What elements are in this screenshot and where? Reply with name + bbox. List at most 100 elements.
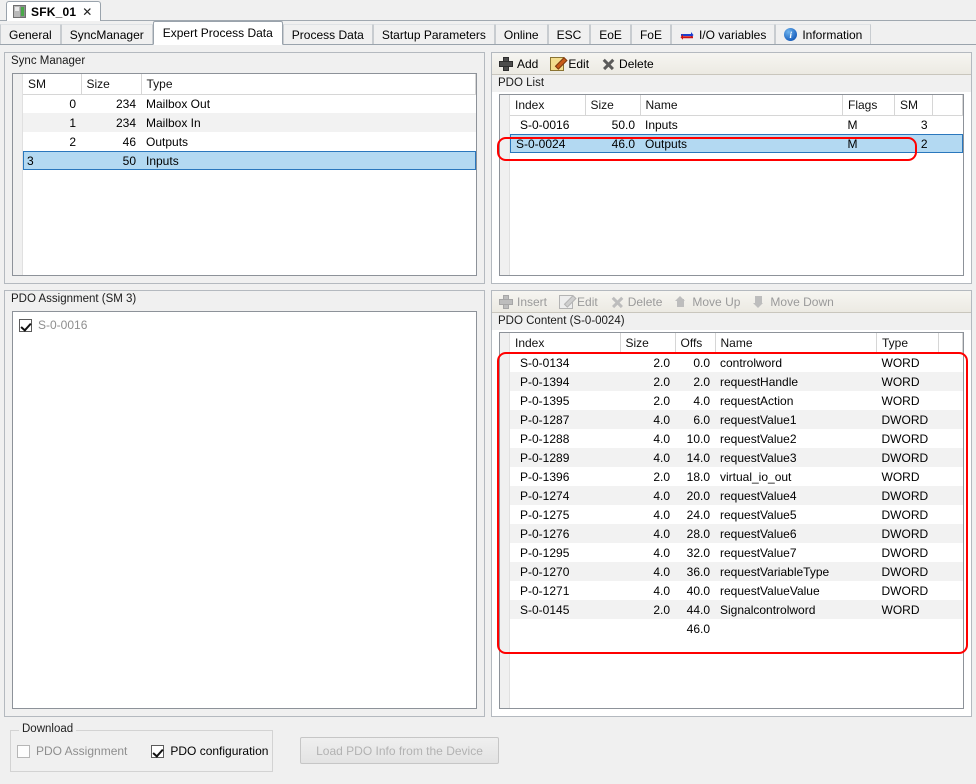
column-header-sm[interactable]: SM (894, 95, 933, 116)
cell-size: 234 (115, 96, 136, 111)
plus-icon (499, 56, 513, 71)
column-header-type[interactable]: Type (876, 333, 939, 354)
tab-information[interactable]: i Information (775, 24, 872, 44)
table-header-row: Index Size Offs Name Type (510, 333, 963, 354)
cell-name: Outputs (640, 134, 843, 153)
cell-spacer (938, 410, 963, 429)
cell-name: requestHandle (715, 372, 877, 391)
column-header-size[interactable]: Size (81, 74, 142, 95)
sync-manager-table: SM Size Type 0 234 Mailbox Out 1 234 Mai… (23, 74, 476, 170)
insert-button[interactable]: Insert (496, 292, 553, 311)
delete-button[interactable]: Delete (607, 292, 669, 311)
column-header-index[interactable]: Index (510, 333, 621, 354)
button-label: Edit (577, 294, 598, 309)
table-row[interactable]: S-0-0016 50.0 Inputs M 3 (510, 115, 963, 134)
cell-name: requestValue3 (715, 448, 877, 467)
column-header-type[interactable]: Type (141, 74, 476, 95)
tab-esc[interactable]: ESC (547, 24, 591, 44)
cell-type: DWORD (876, 410, 939, 429)
main-tab-bar: General SyncManager Expert Process Data … (0, 21, 976, 45)
table-row[interactable]: P-0-1394 2.0 2.0 requestHandle WORD (510, 372, 963, 391)
table-row[interactable]: P-0-1287 4.0 6.0 requestValue1 DWORD (510, 410, 963, 429)
column-header-size[interactable]: Size (620, 333, 676, 354)
cell-index: P-0-1271 (520, 583, 570, 598)
tab-eoe[interactable]: EoE (590, 24, 631, 44)
close-icon[interactable]: ✕ (81, 6, 93, 18)
cell-type: DWORD (881, 507, 929, 522)
column-header-flags[interactable]: Flags (842, 95, 895, 116)
delete-button[interactable]: Delete (598, 54, 660, 73)
pdo-configuration-checkbox[interactable] (151, 744, 165, 758)
table-row[interactable]: P-0-1274 4.0 20.0 requestValue4 DWORD (510, 486, 963, 505)
tab-expert-process-data[interactable]: Expert Process Data (152, 21, 283, 45)
cell-offs: 28.0 (675, 524, 715, 543)
pdo-list-title: PDO List (492, 75, 971, 92)
tab-syncmanager[interactable]: SyncManager (60, 24, 153, 44)
column-header-name[interactable]: Name (715, 333, 877, 354)
table-row[interactable]: P-0-1276 4.0 28.0 requestValue6 DWORD (510, 524, 963, 543)
pdo-configuration-checkbox-row[interactable]: PDO configuration (151, 742, 268, 760)
move-down-button[interactable]: Move Down (749, 292, 839, 311)
table-row[interactable]: P-0-1295 4.0 32.0 requestValue7 DWORD (510, 543, 963, 562)
tab-online[interactable]: Online (494, 24, 548, 44)
pdo-assignment-listbox[interactable]: S-0-0016 (12, 311, 477, 709)
edit-button[interactable]: Edit (556, 292, 604, 311)
document-tab-sfk01[interactable]: SFK_01 ✕ (6, 1, 102, 21)
cell-type: Mailbox In (141, 113, 476, 132)
cell-type: DWORD (881, 583, 929, 598)
tab-label: FoE (639, 27, 662, 42)
edit-button[interactable]: Edit (547, 54, 595, 73)
table-row[interactable]: P-0-1289 4.0 14.0 requestValue3 DWORD (510, 448, 963, 467)
move-up-button[interactable]: Move Up (671, 292, 746, 311)
table-row[interactable]: S-0-0145 2.0 44.0 Signalcontrolword WORD (510, 600, 963, 619)
tab-startup-parameters[interactable]: Startup Parameters (372, 24, 495, 44)
cell-name: Inputs (645, 117, 678, 132)
pdo-assignment-checkbox-row[interactable]: PDO Assignment (17, 742, 127, 760)
info-icon: i (784, 28, 798, 41)
table-row[interactable]: P-0-1396 2.0 18.0 virtual_io_out WORD (510, 467, 963, 486)
cell-offs: 14.0 (675, 448, 715, 467)
table-row[interactable]: 46.0 (510, 619, 963, 638)
checkbox-label: PDO configuration (170, 744, 269, 758)
cell-size: 50.0 (611, 117, 635, 132)
tab-io-variables[interactable]: I/O variables (670, 24, 776, 44)
table-row[interactable]: 0 234 Mailbox Out (23, 94, 476, 113)
sync-manager-listbox[interactable]: SM Size Type 0 234 Mailbox Out 1 234 Mai… (12, 73, 477, 276)
cell-name: requestValueValue (720, 583, 820, 598)
column-header-name[interactable]: Name (640, 95, 843, 116)
tab-label: General (9, 27, 52, 42)
table-row-selected[interactable]: S-0-0024 46.0 Outputs M 2 (510, 134, 963, 153)
pdo-content-listbox[interactable]: Index Size Offs Name Type S-0-0134 2.0 0.0… (499, 332, 964, 709)
tab-general[interactable]: General (0, 24, 61, 44)
tab-label: Process Data (291, 27, 364, 42)
plus-icon (499, 294, 513, 309)
load-pdo-info-button[interactable]: Load PDO Info from the Device (300, 737, 499, 764)
column-header-sm[interactable]: SM (23, 74, 82, 95)
cell-name: requestValue4 (715, 486, 877, 505)
tab-process-data[interactable]: Process Data (282, 24, 373, 44)
table-row[interactable]: P-0-1288 4.0 10.0 requestValue2 DWORD (510, 429, 963, 448)
tab-foe[interactable]: FoE (630, 24, 671, 44)
cell-offs: 36.0 (675, 562, 715, 581)
pdo-assignment-checkbox[interactable] (17, 744, 30, 758)
column-header-index[interactable]: Index (510, 95, 586, 116)
add-button[interactable]: Add (496, 54, 544, 73)
table-row-selected[interactable]: 3 50 Inputs (23, 151, 476, 170)
table-row[interactable]: P-0-1395 2.0 4.0 requestAction WORD (510, 391, 963, 410)
table-row[interactable]: P-0-1270 4.0 36.0 requestVariableType DWORD (510, 562, 963, 581)
cell-type: DWORD (876, 524, 939, 543)
table-row[interactable]: 1 234 Mailbox In (23, 113, 476, 132)
column-header-offs[interactable]: Offs (675, 333, 716, 354)
table-row[interactable]: P-0-1275 4.0 24.0 requestValue5 DWORD (510, 505, 963, 524)
cell-type: WORD (876, 372, 939, 391)
column-header-size[interactable]: Size (585, 95, 641, 116)
table-row[interactable]: 2 46 Outputs (23, 132, 476, 151)
checkbox-s-0-0016[interactable] (19, 318, 32, 332)
cell-index (510, 619, 620, 638)
table-row[interactable]: S-0-0134 2.0 0.0 controlword WORD (510, 353, 963, 372)
pdo-list-listbox[interactable]: Index Size Name Flags SM S-0-0016 50.0 I… (499, 94, 964, 276)
cell-size: 2.0 (653, 393, 670, 408)
table-row[interactable]: P-0-1271 4.0 40.0 requestValueValue DWORD (510, 581, 963, 600)
pdo-assignment-title: PDO Assignment (SM 3) (5, 291, 484, 308)
list-item[interactable]: S-0-0016 (13, 316, 476, 334)
